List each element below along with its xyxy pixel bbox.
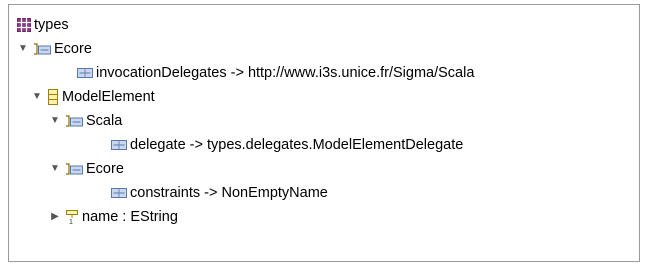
tree-view-panel: types ▼ Ecore invocationDelegates -> htt… (8, 4, 640, 262)
annotation-icon (33, 42, 51, 56)
tree-row-scala-annotation[interactable]: ▼ Scala (9, 109, 639, 133)
model-tree: types ▼ Ecore invocationDelegates -> htt… (9, 13, 639, 229)
tree-row-delegate[interactable]: delegate -> types.delegates.ModelElement… (9, 133, 639, 157)
tree-label: Ecore (86, 161, 124, 177)
tree-row-invocation-delegates[interactable]: invocationDelegates -> http://www.i3s.un… (9, 61, 639, 85)
eclass-icon (47, 89, 59, 105)
tree-label: delegate -> types.delegates.ModelElement… (130, 137, 464, 153)
tree-row-constraints[interactable]: constraints -> NonEmptyName (9, 181, 639, 205)
tree-label: ModelElement (62, 89, 155, 105)
svg-text:1: 1 (69, 219, 73, 225)
eattribute-icon: 1 (65, 209, 79, 225)
expand-toggle-icon[interactable]: ▶ (49, 205, 61, 229)
tree-label: constraints -> NonEmptyName (130, 185, 328, 201)
expand-toggle-icon[interactable]: ▼ (31, 85, 43, 109)
tree-row-types[interactable]: types (9, 13, 639, 37)
tree-row-model-element[interactable]: ▼ ModelElement (9, 85, 639, 109)
annotation-icon (65, 114, 83, 128)
tree-row-ecore-constraints-annotation[interactable]: ▼ Ecore (9, 157, 639, 181)
details-entry-icon (77, 67, 93, 79)
tree-label: Ecore (54, 41, 92, 57)
expand-toggle-icon[interactable]: ▼ (49, 157, 61, 181)
tree-label: name : EString (82, 209, 178, 225)
expand-toggle-icon[interactable]: ▼ (49, 109, 61, 133)
tree-row-ecore-annotation[interactable]: ▼ Ecore (9, 37, 639, 61)
tree-label: Scala (86, 113, 123, 129)
tree-row-name-attribute[interactable]: ▶ 1 name : EString (9, 205, 639, 229)
annotation-icon (65, 162, 83, 176)
details-entry-icon (111, 187, 127, 199)
tree-label: types (34, 17, 69, 33)
tree-label: invocationDelegates -> http://www.i3s.un… (96, 65, 475, 81)
package-icon (17, 18, 31, 32)
expand-toggle-icon[interactable]: ▼ (17, 37, 29, 61)
details-entry-icon (111, 139, 127, 151)
